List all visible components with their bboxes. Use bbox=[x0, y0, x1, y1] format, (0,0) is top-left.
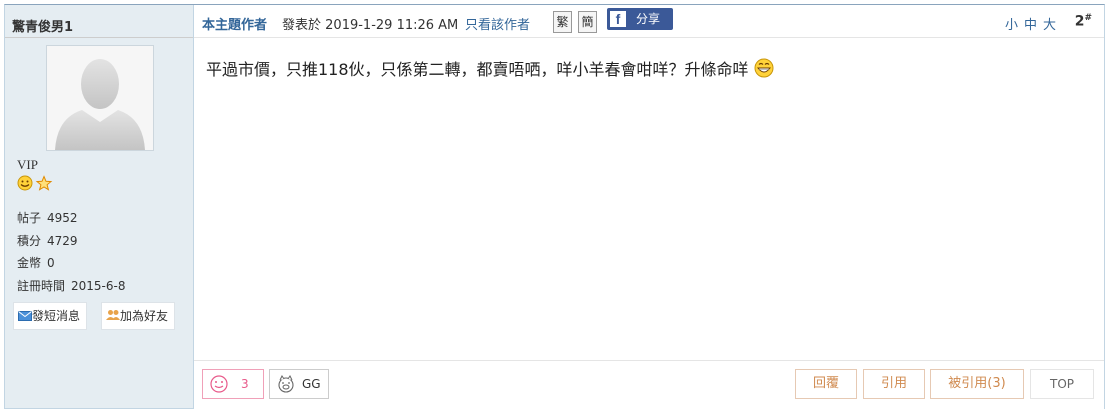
stat-label: 帖子 bbox=[17, 211, 42, 225]
post-text: 平過市價，只推118伙，只係第二轉，都賣唔哂，咩小羊春會咁咩？升條命咩 bbox=[206, 60, 749, 79]
quoted-by-button[interactable]: 被引用(3) bbox=[930, 369, 1024, 399]
post-content: 平過市價，只推118伙，只係第二轉，都賣唔哂，咩小羊春會咁咩？升條命咩 bbox=[206, 56, 774, 80]
stat-value[interactable]: 4952 bbox=[47, 211, 78, 225]
grin-smiley-icon bbox=[754, 58, 774, 78]
font-medium-link[interactable]: 中 bbox=[1024, 18, 1039, 33]
star-badge-icon bbox=[35, 175, 53, 191]
stat-register: 註冊時間 2015-6-8 bbox=[17, 275, 125, 298]
post-info-bar: 本主題作者 發表於 2019-1-29 11:26 AM 只看該作者 繁 簡 f… bbox=[194, 5, 1104, 38]
gg-rate-button[interactable]: GG bbox=[269, 369, 329, 399]
gg-label: GG bbox=[302, 377, 321, 391]
stat-points: 積分 4729 bbox=[17, 230, 125, 253]
font-size-controls: 小中大 bbox=[1001, 14, 1058, 33]
send-message-button[interactable]: 發短消息 bbox=[13, 302, 88, 330]
quote-button[interactable]: 引用 bbox=[863, 369, 925, 399]
author-name[interactable]: 驚青俊男1 bbox=[12, 16, 73, 35]
font-small-link[interactable]: 小 bbox=[1005, 18, 1020, 33]
friends-icon bbox=[106, 310, 120, 320]
only-author-link[interactable]: 只看該作者 bbox=[465, 14, 530, 33]
font-large-link[interactable]: 大 bbox=[1043, 18, 1058, 33]
topic-author-label[interactable]: 本主題作者 bbox=[202, 14, 267, 33]
user-stats: 帖子 4952 積分 4729 金幣 0 註冊時間 2015-6-8 bbox=[17, 207, 125, 297]
stat-value: 2015-6-8 bbox=[71, 278, 126, 293]
facebook-share-button[interactable]: f 分享 bbox=[607, 8, 673, 30]
post-time-value: 2019-1-29 11:26 AM bbox=[325, 18, 459, 33]
love-face-icon bbox=[210, 375, 228, 393]
post-time: 發表於 2019-1-29 11:26 AM bbox=[282, 14, 458, 33]
post-main: 本主題作者 發表於 2019-1-29 11:26 AM 只看該作者 繁 簡 f… bbox=[194, 5, 1104, 409]
post-time-prefix: 發表於 bbox=[282, 18, 322, 33]
add-friend-label: 加為好友 bbox=[120, 309, 169, 323]
author-bar: 驚青俊男1 bbox=[5, 5, 193, 38]
stat-value: 0 bbox=[47, 256, 55, 270]
stat-value[interactable]: 4729 bbox=[47, 234, 78, 248]
floor-number[interactable]: 2# bbox=[1075, 13, 1092, 30]
reply-button[interactable]: 回覆 bbox=[795, 369, 857, 399]
author-sidebar: 驚青俊男1 VIP 帖子 4952 積分 4729 金幣 0 註冊時間 2015… bbox=[5, 5, 194, 408]
user-rank: VIP bbox=[17, 157, 38, 172]
share-label: 分享 bbox=[636, 12, 661, 26]
stat-coins: 金幣 0 bbox=[17, 252, 125, 275]
post-action-bar: 3 GG 回覆 引用 被引用(3) TOP bbox=[194, 360, 1104, 409]
floor-mark: # bbox=[1084, 13, 1092, 23]
stat-label: 註冊時間 bbox=[17, 278, 66, 293]
add-friend-button[interactable]: 加為好友 bbox=[101, 302, 176, 330]
facebook-icon: f bbox=[610, 11, 626, 27]
back-to-top-button[interactable]: TOP bbox=[1030, 369, 1094, 399]
stat-posts: 帖子 4952 bbox=[17, 207, 125, 230]
post-container: 驚青俊男1 VIP 帖子 4952 積分 4729 金幣 0 註冊時間 2015… bbox=[4, 4, 1105, 409]
floor-value: 2 bbox=[1074, 13, 1085, 30]
stat-label: 積分 bbox=[17, 233, 42, 248]
smile-badge-icon bbox=[17, 175, 33, 191]
simplified-button[interactable]: 簡 bbox=[578, 11, 597, 33]
avatar[interactable] bbox=[46, 45, 154, 151]
traditional-button[interactable]: 繁 bbox=[553, 11, 572, 33]
envelope-icon bbox=[18, 311, 32, 321]
like-count: 3 bbox=[241, 377, 249, 391]
pig-face-icon bbox=[278, 375, 294, 393]
user-badges bbox=[17, 175, 55, 194]
send-message-label: 發短消息 bbox=[32, 309, 81, 323]
stat-label: 金幣 bbox=[17, 256, 42, 270]
like-rate-button[interactable]: 3 bbox=[202, 369, 264, 399]
